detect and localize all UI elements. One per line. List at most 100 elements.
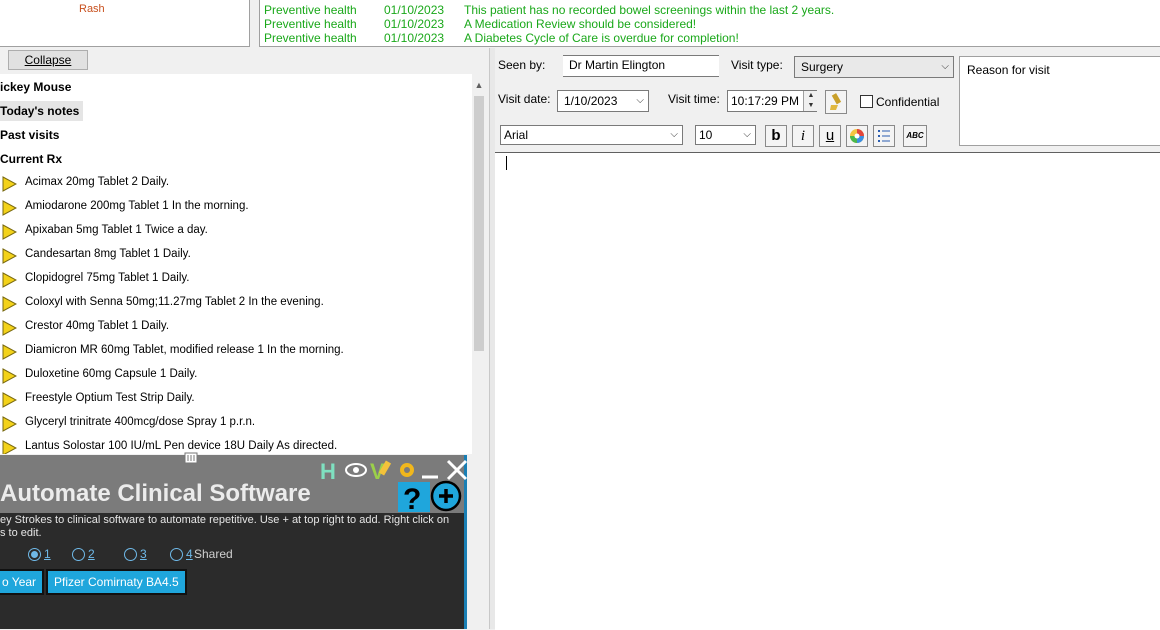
rx-text: Clopidogrel 75mg Tablet 1 Daily. [25,272,190,284]
italic-button[interactable]: i [792,125,814,147]
reminder-date: 01/10/2023 [384,17,445,31]
play-arrow-icon [2,368,17,384]
visit-type-label: Visit type: [731,58,783,72]
help-icon: ? [403,483,421,516]
play-arrow-icon [2,440,17,454]
close-icon [446,459,468,481]
add-button[interactable] [430,480,464,513]
spellcheck-button[interactable]: ABC [903,125,927,147]
rx-text: Apixaban 5mg Tablet 1 Twice a day. [25,224,208,236]
automate-desc-line: ey Strokes to clinical software to autom… [0,514,450,526]
time-now-button[interactable] [825,90,847,114]
reminder-date: 01/10/2023 [384,3,445,17]
automate-desc-line: s to edit. [0,527,42,539]
radio-dot [124,548,137,561]
play-arrow-icon [2,248,17,264]
radio-label-extra: Shared [194,547,233,561]
visit-type-select[interactable]: Surgery ⌵ [794,56,954,78]
collapse-button[interactable]: Collapse [8,50,88,70]
color-button[interactable] [846,125,868,147]
reminder-message: A Medication Review should be considered… [464,17,697,31]
rx-text: Crestor 40mg Tablet 1 Daily. [25,320,170,332]
reminder-category: Preventive health [264,31,357,45]
reason-for-visit-label: Reason for visit [967,63,1050,77]
reminder-message: A Diabetes Cycle of Care is overdue for … [464,31,739,45]
confidential-checkbox[interactable] [860,95,873,108]
h-icon: H [320,459,336,484]
reminder-category: Preventive health [264,17,357,31]
notes-editor[interactable] [495,152,1160,630]
reminder-date: 01/10/2023 [384,31,445,45]
tree-todays-notes[interactable]: Today's notes [0,101,84,121]
problem-list-box [0,0,250,47]
patient-tree: ickey Mouse Today's notes Past visits Cu… [0,74,472,454]
grip-icon[interactable] [184,452,198,464]
radio-label: 2 [88,547,95,561]
bold-button[interactable]: b [765,125,787,147]
rx-text: Duloxetine 60mg Capsule 1 Daily. [25,368,198,380]
rx-text: Candesartan 8mg Tablet 1 Daily. [25,248,191,260]
v-icon: V [370,459,392,484]
rx-text: Coloxyl with Senna 50mg;11.27mg Tablet 2… [25,296,324,308]
visit-date-label: Visit date: [498,92,551,106]
chevron-down-icon: ⌵ [670,129,678,140]
radio-label: 4 [186,547,193,561]
rx-text: Freestyle Optium Test Strip Daily. [25,392,195,404]
radio-dot [28,548,41,561]
radio-label: 3 [140,547,147,561]
automate-title: Automate Clinical Software [0,480,311,507]
play-arrow-icon [2,296,17,312]
tree-current-rx[interactable]: Current Rx [0,149,62,169]
rx-text: Lantus Solostar 100 IU/mL Pen device 18U… [25,440,338,452]
rx-text: Acimax 20mg Tablet 2 Daily. [25,176,170,188]
reminder-category: Preventive health [264,3,357,17]
reminders-panel: Preventive health 01/10/2023 This patien… [259,0,1160,47]
time-spinner[interactable]: ▲ ▼ [803,91,818,111]
automate-macro-button[interactable]: Pfizer Comirnaty BA4.5 [46,569,187,595]
tree-past-visits[interactable]: Past visits [0,125,59,145]
add-icon [430,480,462,512]
help-button[interactable]: ? [398,482,430,516]
radio-dot [170,548,183,561]
confidential-label: Confidential [876,95,940,109]
visit-type-value: Surgery [801,60,844,74]
play-arrow-icon [2,200,17,216]
chevron-down-icon: ⌵ [941,61,949,72]
font-family-value: Arial [504,128,529,142]
svg-text:H: H [320,459,336,484]
play-arrow-icon [2,344,17,360]
seen-by-field[interactable]: Dr Martin Elington [563,55,719,77]
color-palette-icon [850,129,864,143]
font-size-select[interactable]: 10 ⌵ [695,125,756,145]
svg-text:?: ? [403,483,421,512]
rx-text: Diamicron MR 60mg Tablet, modified relea… [25,344,344,356]
automate-description: ey Strokes to clinical software to autom… [0,514,460,540]
play-arrow-icon [2,224,17,240]
text-caret [506,156,507,170]
automate-macro-button[interactable]: o Year [0,569,45,595]
eye-icon [345,463,367,477]
bullet-list-button[interactable] [873,125,895,147]
radio-label: 1 [44,547,51,561]
scroll-up-icon[interactable]: ▲ [472,78,486,92]
seen-by-label: Seen by: [498,58,546,72]
reminder-message: This patient has no recorded bowel scree… [464,3,835,17]
font-family-select[interactable]: Arial ⌵ [500,125,683,145]
visit-date-value: 1/10/2023 [564,94,618,108]
play-arrow-icon [2,272,17,288]
rx-text: Glyceryl trinitrate 400mcg/dose Spray 1 … [25,416,256,428]
font-size-value: 10 [699,128,713,142]
play-arrow-icon [2,320,17,336]
tree-patient-name[interactable]: ickey Mouse [0,77,71,97]
visit-date-picker[interactable]: 1/10/2023 ⌵ [557,90,649,112]
play-arrow-icon [2,176,17,192]
bullet-list-icon [878,130,890,142]
play-arrow-icon [2,416,17,432]
radio-dot [72,548,85,561]
underline-button[interactable]: u [819,125,841,147]
visit-time-label: Visit time: [668,92,720,106]
scroll-thumb[interactable] [474,96,484,351]
play-arrow-icon [2,392,17,408]
problem-item[interactable]: Rash [79,3,105,15]
rx-text: Amiodarone 200mg Tablet 1 In the morning… [25,200,249,212]
